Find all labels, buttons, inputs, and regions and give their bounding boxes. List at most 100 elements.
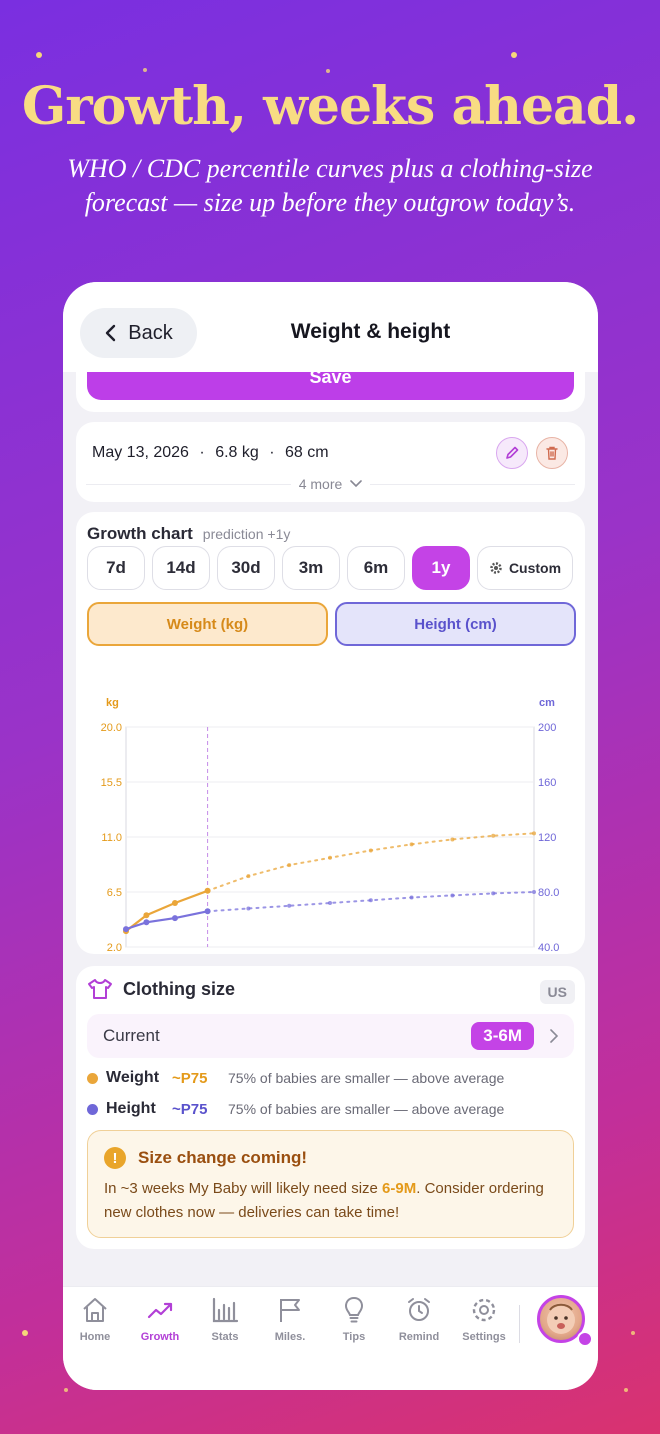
tab-tips[interactable]: Tips: [324, 1295, 384, 1343]
lightbulb-icon: [344, 1296, 364, 1323]
range-3m[interactable]: 3m: [282, 546, 340, 590]
clothing-title: Clothing size: [123, 978, 235, 999]
height-dot: [87, 1103, 98, 1115]
more-row[interactable]: 4 more: [86, 476, 576, 492]
weight-percentile-row: Weight ~P75 75% of babies are smaller — …: [87, 1067, 574, 1089]
weight-prediction-line: [206, 832, 535, 892]
range-6m[interactable]: 6m: [347, 546, 405, 590]
height-metric-button[interactable]: Height (cm): [335, 602, 576, 646]
tab-settings-label: Settings: [462, 1331, 506, 1343]
current-label: Current: [103, 1026, 160, 1045]
y-tick-label-kg: 11.0: [101, 832, 122, 844]
current-size-badge: 3-6M: [471, 1022, 534, 1050]
range-14d[interactable]: 14d: [152, 546, 210, 590]
range-7d[interactable]: 7d: [87, 546, 145, 590]
sparkle: [36, 52, 42, 58]
gear-icon: [490, 562, 502, 574]
height-measured-point: [143, 919, 150, 926]
height-measured-point: [123, 926, 129, 933]
height-measured-point: [204, 908, 211, 915]
entry-height: 68 cm: [285, 444, 329, 461]
y-tick-label-cm: 120: [538, 832, 556, 844]
entry-summary: May 13, 2026 · 6.8 kg · 68 cm: [92, 444, 329, 462]
home-icon: [83, 1298, 107, 1322]
chevron-left-icon: [106, 324, 116, 342]
y-tick-label-cm: 200: [538, 722, 556, 734]
sparkle: [624, 1388, 628, 1392]
current-size-row[interactable]: Current 3-6M: [87, 1014, 574, 1058]
tab-stats[interactable]: Stats: [195, 1295, 255, 1343]
trend-up-icon: [147, 1302, 173, 1319]
height-prediction-point: [409, 895, 414, 900]
weight-metric-button[interactable]: Weight (kg): [87, 602, 328, 646]
warning-icon: !: [104, 1147, 126, 1169]
prediction-label: prediction +1y: [202, 526, 291, 542]
y-tick-label-cm: 160: [538, 777, 556, 789]
hero-title: Growth, weeks ahead.: [21, 76, 639, 137]
height-prediction-point: [246, 906, 251, 911]
top-bar: Back Weight & height: [63, 282, 598, 372]
tab-settings[interactable]: Settings: [454, 1295, 514, 1343]
tab-growth[interactable]: Growth: [130, 1295, 190, 1343]
height-measured-point: [171, 915, 178, 922]
range-custom[interactable]: Custom: [477, 546, 573, 590]
height-prediction-point: [328, 901, 332, 905]
entry-date: May 13, 2026: [92, 444, 189, 461]
alarm-clock-icon: [408, 1298, 430, 1321]
tab-home[interactable]: Home: [65, 1295, 125, 1343]
height-prediction-point: [491, 891, 496, 896]
alert-body: In ~3 weeks My Baby will likely need siz…: [104, 1177, 557, 1225]
y-tick-label-cm: 40.0: [538, 942, 559, 952]
y-tick-label-kg: 2.0: [107, 942, 122, 952]
tab-stats-label: Stats: [211, 1331, 239, 1343]
separator: ·: [269, 444, 275, 461]
weight-percentile: ~P75: [172, 1069, 208, 1087]
y-tick-label-cm: 80.0: [538, 887, 559, 899]
alert-header: ! Size change coming!: [104, 1147, 557, 1169]
entry-weight: 6.8 kg: [215, 444, 259, 461]
chart-header: Growth chart prediction +1y: [87, 524, 290, 544]
weight-prediction-point: [246, 874, 251, 879]
tab-tips-label: Tips: [342, 1331, 366, 1343]
region-badge[interactable]: US: [539, 980, 575, 1004]
weight-prediction-point: [409, 842, 414, 847]
weight-label: Weight: [106, 1069, 160, 1086]
save-button[interactable]: Save: [87, 368, 574, 400]
height-percentile: ~P75: [172, 1100, 208, 1118]
flag-icon: [280, 1299, 300, 1322]
y-axis-unit-cm: cm: [539, 697, 555, 709]
weight-prediction-point: [287, 863, 292, 868]
delete-button[interactable]: [536, 437, 568, 469]
tab-growth-label: Growth: [140, 1331, 180, 1343]
tab-remind[interactable]: Remind: [389, 1295, 449, 1343]
height-percentile-row: Height ~P75 75% of babies are smaller — …: [87, 1098, 574, 1120]
chevron-right-icon: [550, 1029, 558, 1043]
alert-title: Size change coming!: [138, 1148, 308, 1167]
range-1y[interactable]: 1y: [412, 546, 470, 590]
bar-chart-icon: [212, 1297, 239, 1323]
weight-prediction-point: [328, 855, 332, 860]
weight-prediction-point: [450, 837, 455, 842]
y-tick-label-kg: 6.5: [107, 887, 122, 899]
weight-measured-point: [204, 887, 211, 894]
height-prediction-point: [450, 893, 455, 898]
metric-toggle: Weight (kg) Height (cm): [87, 602, 576, 646]
growth-chart-card: Growth chart prediction +1y 7d 14d 30d 3…: [76, 512, 585, 954]
more-label: 4 more: [298, 476, 343, 492]
sparkle: [143, 68, 147, 72]
more-toggle[interactable]: 4 more: [299, 476, 363, 492]
custom-label: Custom: [508, 560, 562, 576]
edit-button[interactable]: [496, 437, 528, 469]
entry-card: May 13, 2026 · 6.8 kg · 68 cm 4 more: [76, 422, 585, 502]
phone-screen: Back Weight & height Save May 13, 2026 ·…: [63, 282, 598, 1390]
trash-icon: [546, 446, 558, 460]
range-30d[interactable]: 30d: [217, 546, 275, 590]
clothing-header: Clothing size: [87, 978, 235, 1000]
y-axis-unit-kg: kg: [106, 697, 119, 709]
tab-home-label: Home: [79, 1331, 111, 1343]
height-label: Height: [106, 1100, 156, 1117]
weight-measured-point: [171, 900, 178, 906]
switch-profile-badge[interactable]: [577, 1331, 593, 1347]
height-prediction-point: [532, 890, 536, 894]
tab-milestones[interactable]: Miles.: [260, 1295, 320, 1343]
